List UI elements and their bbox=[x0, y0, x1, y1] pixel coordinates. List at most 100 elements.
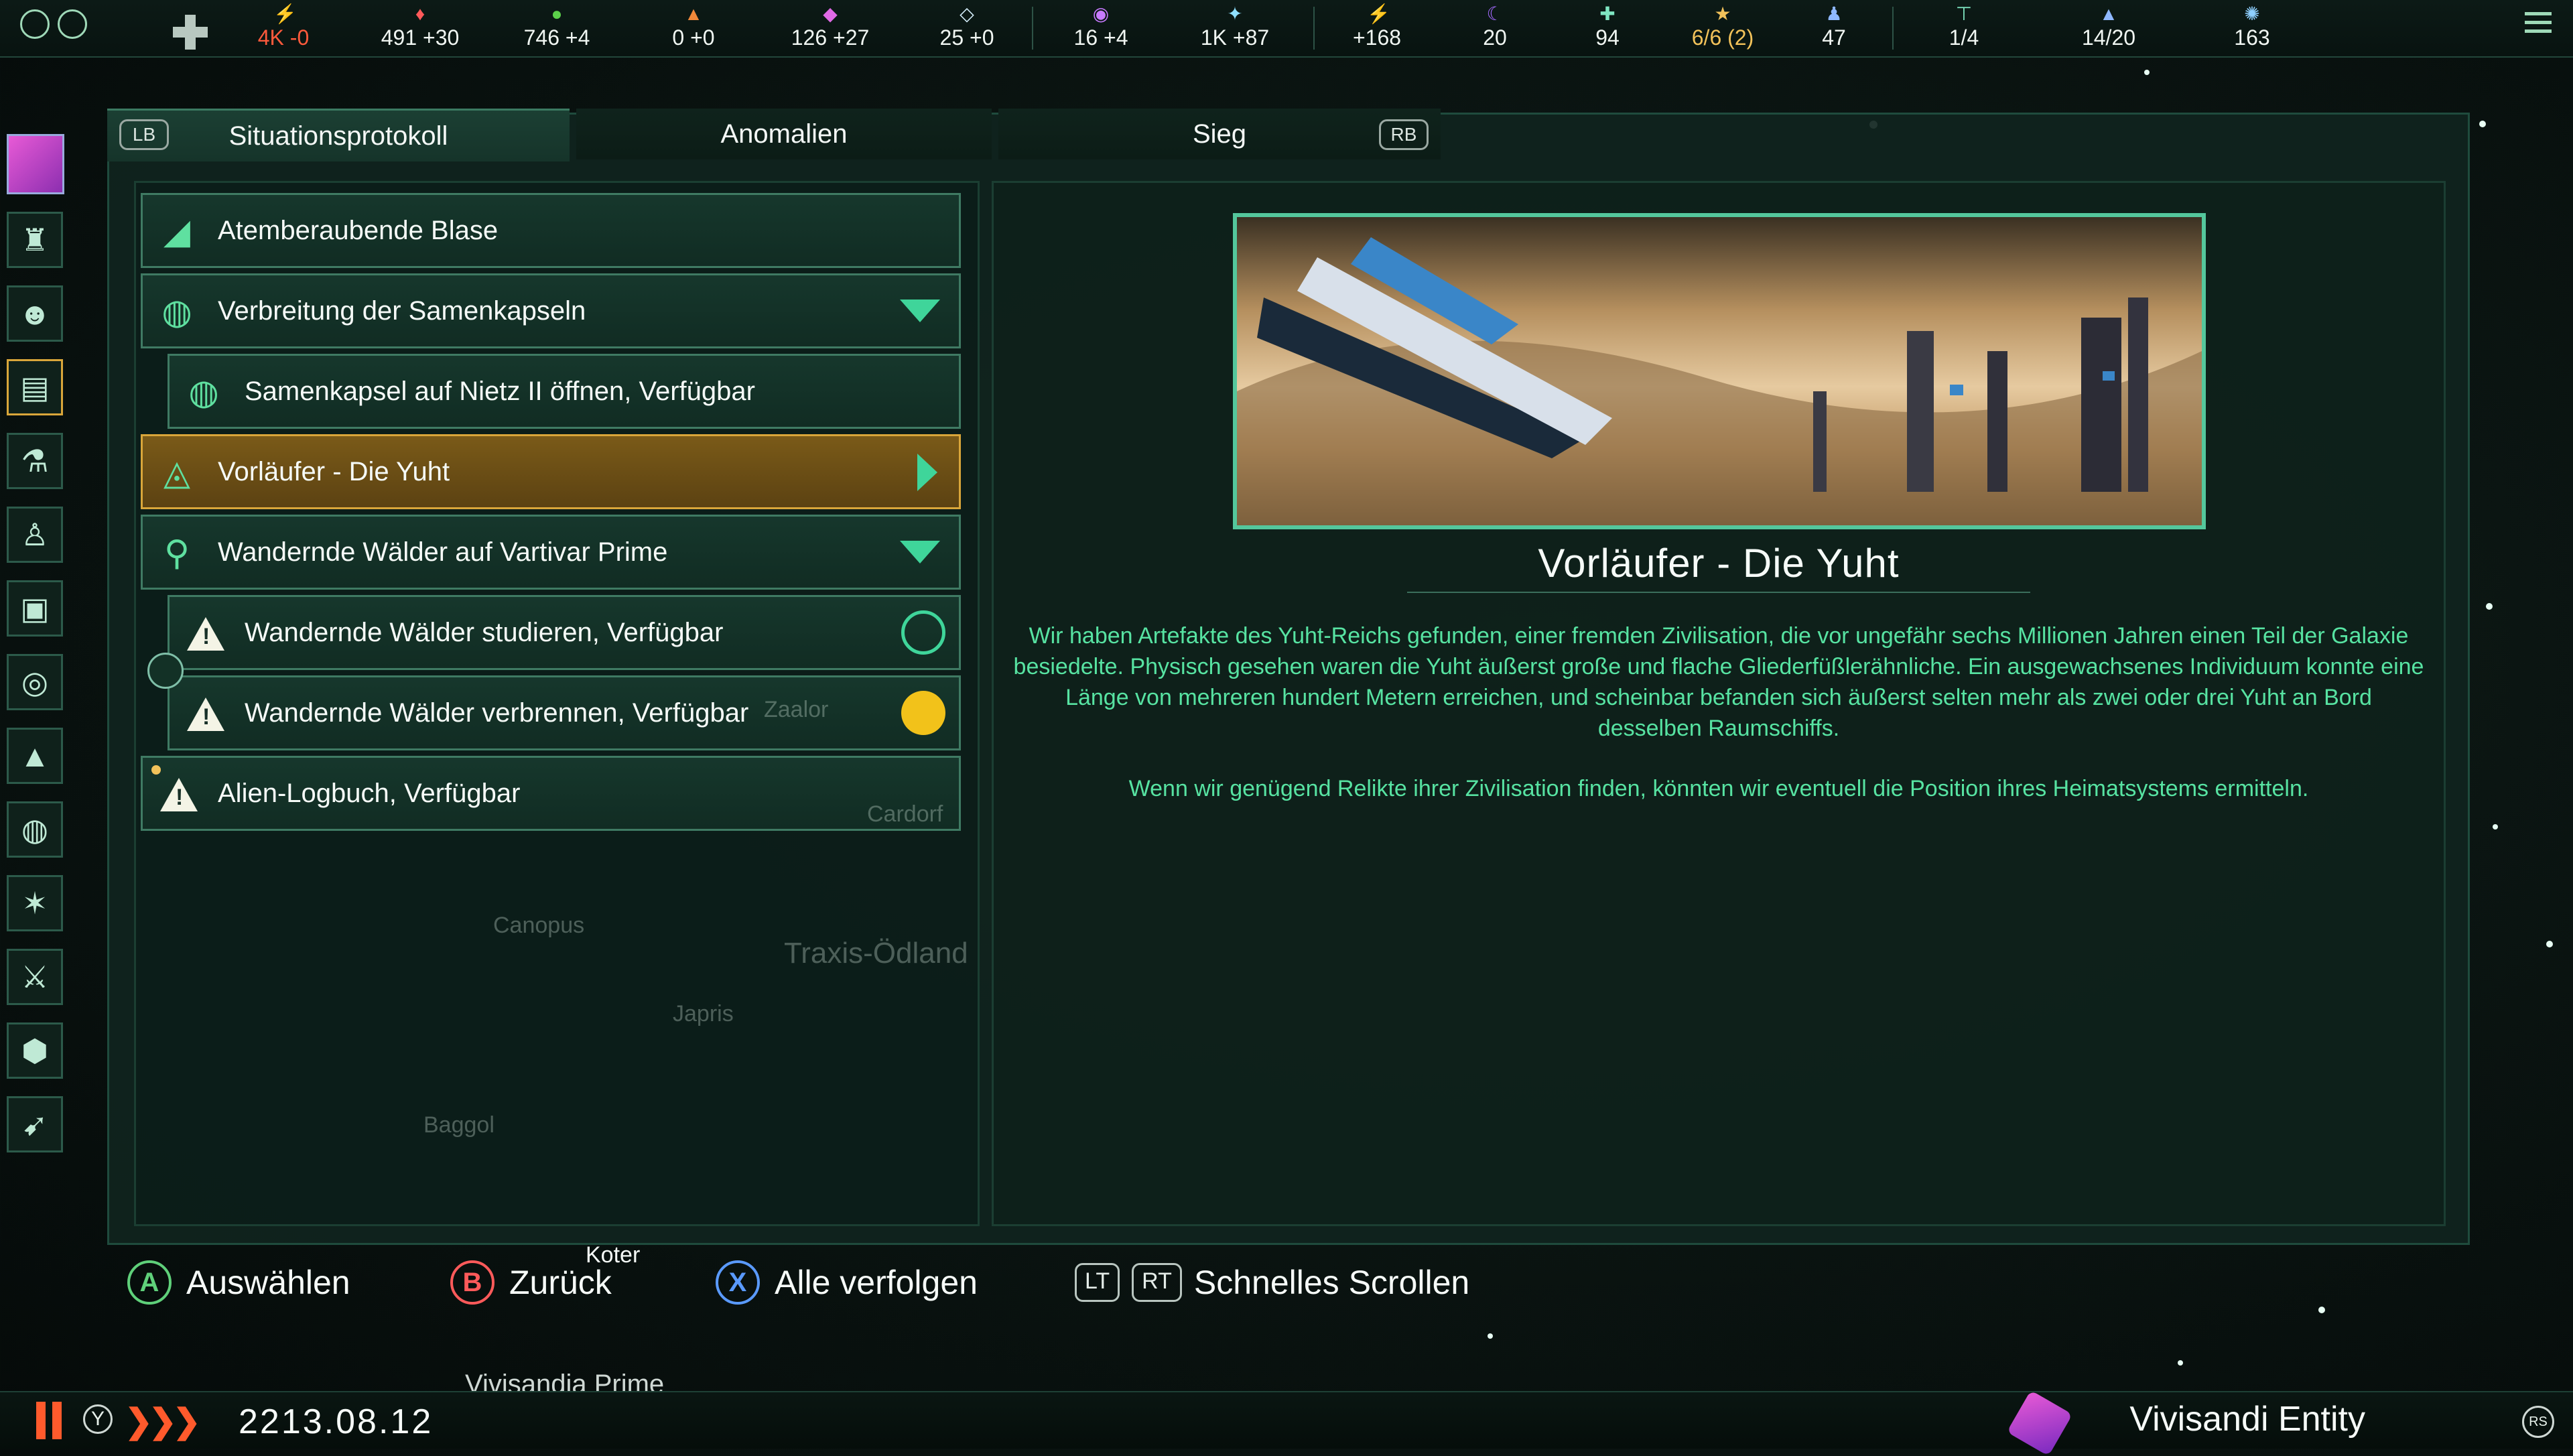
detail-title: Vorläufer - Die Yuht bbox=[1407, 540, 2030, 593]
speed-icon[interactable]: ❯❯❯ bbox=[125, 1402, 201, 1441]
resource-food[interactable]: ● 746 +4 bbox=[507, 3, 607, 54]
empire-flag[interactable] bbox=[7, 134, 64, 194]
resource-alloys[interactable]: ◆ 126 +27 bbox=[780, 3, 880, 54]
dpad-icon bbox=[173, 15, 208, 50]
star bbox=[2178, 1360, 2183, 1366]
list-item[interactable]: Wandernde Wälder verbrennen, Verfügbar bbox=[168, 675, 961, 750]
amenities-icon: ☾ bbox=[1486, 3, 1504, 24]
detail-description: Wir haben Artefakte des Yuht-Reichs gefu… bbox=[1012, 620, 2426, 834]
alloys-icon: ◆ bbox=[823, 3, 838, 24]
research-icon: ✦ bbox=[1227, 3, 1243, 24]
precursor-ship-illustration bbox=[1237, 237, 2202, 525]
settings-icon[interactable] bbox=[58, 9, 87, 39]
y-button-icon: Y bbox=[83, 1404, 113, 1434]
resource-influence[interactable]: ◇ 25 +0 bbox=[917, 3, 1017, 54]
list-item[interactable]: ◍ Samenkapsel auf Nietz II öffnen, Verfü… bbox=[168, 354, 961, 429]
sidebar-wars-icon[interactable]: ⚔ bbox=[7, 949, 63, 1005]
star bbox=[1488, 1333, 1493, 1339]
star bbox=[2144, 70, 2150, 75]
sidebar: ♜ ☻ ▤ ⚗ ♙ ▣ ◎ ▲ ◍ ✶ ⚔ ⬢ ➹ bbox=[7, 212, 68, 1170]
precursor-artwork bbox=[1233, 213, 2206, 529]
planet-spores-icon: ◍ bbox=[161, 293, 192, 332]
resource-energy[interactable]: ⚡ 4K -0 bbox=[233, 3, 334, 54]
map-label: Baggol bbox=[423, 1112, 494, 1138]
landmark-icon: ◢ bbox=[163, 212, 190, 251]
situation-icon[interactable] bbox=[20, 9, 50, 39]
chevron-down-icon[interactable] bbox=[900, 300, 940, 322]
sidebar-galaxy-icon[interactable]: ◍ bbox=[7, 801, 63, 858]
globe-icon bbox=[901, 610, 945, 655]
sidebar-fleets-icon[interactable]: ➹ bbox=[7, 1096, 63, 1152]
map-label: Zaalor bbox=[764, 697, 829, 722]
sidebar-leaders-icon[interactable]: ♙ bbox=[7, 507, 63, 563]
lb-button-overlay[interactable]: LB bbox=[119, 119, 169, 150]
list-item-selected[interactable]: ◬ Vorläufer - Die Yuht bbox=[141, 434, 961, 509]
resource-trade[interactable]: ⚡ +168 bbox=[1327, 3, 1427, 54]
a-button-icon: A bbox=[127, 1260, 172, 1305]
minerals-icon: ♦ bbox=[415, 3, 425, 24]
new-indicator bbox=[151, 765, 161, 775]
hint-fast-scroll[interactable]: LT RT Schnelles Scrollen bbox=[1075, 1256, 1469, 1309]
sidebar-government-icon[interactable]: ♜ bbox=[7, 212, 63, 268]
sidebar-situation-log-icon[interactable]: ▤ bbox=[7, 359, 63, 415]
divider bbox=[1032, 7, 1033, 50]
resource-minerals[interactable]: ♦ 491 +30 bbox=[370, 3, 470, 54]
resource-naval-capacity[interactable]: ✺ 163 bbox=[2202, 3, 2302, 54]
scroll-handle[interactable] bbox=[147, 653, 184, 689]
resource-starbases[interactable]: ⊤ 1/4 bbox=[1914, 3, 2014, 54]
empire-name[interactable]: Vivisandi Entity bbox=[2129, 1399, 2365, 1439]
list-item[interactable]: ◢ Atemberaubende Blase bbox=[141, 193, 961, 268]
sidebar-traditions-icon[interactable]: ▣ bbox=[7, 580, 63, 637]
chevron-down-icon[interactable] bbox=[900, 541, 940, 564]
resource-unity[interactable]: ◉ 16 +4 bbox=[1051, 3, 1151, 54]
pause-icon[interactable] bbox=[36, 1402, 63, 1439]
sidebar-species-icon[interactable]: ☻ bbox=[7, 285, 63, 342]
tab-sieg[interactable]: Sieg bbox=[998, 109, 1441, 159]
divider bbox=[1892, 7, 1894, 50]
rb-button[interactable]: RB bbox=[1379, 119, 1429, 150]
tab-anomalien[interactable]: Anomalien bbox=[576, 109, 992, 159]
empire-emblem[interactable] bbox=[2006, 1390, 2073, 1456]
b-button-icon: B bbox=[450, 1260, 494, 1305]
map-label: Traxis-Ödland bbox=[784, 937, 968, 970]
menu-icon[interactable] bbox=[2525, 12, 2552, 35]
map-label: Cardorf bbox=[867, 801, 943, 827]
sidebar-relations-icon[interactable]: ✶ bbox=[7, 875, 63, 931]
resource-pops[interactable]: ♟ 47 bbox=[1784, 3, 1884, 54]
list-item[interactable]: ⚲ Wandernde Wälder auf Vartivar Prime bbox=[141, 515, 961, 590]
tab-bar: LB Situationsprotokoll LB Anomalien Sieg… bbox=[107, 109, 1441, 163]
resource-amenities[interactable]: ☾ 20 bbox=[1445, 3, 1545, 54]
warning-icon bbox=[160, 778, 198, 811]
gear-icon bbox=[901, 691, 945, 735]
warning-icon bbox=[187, 698, 224, 731]
resource-research[interactable]: ✦ 1K +87 bbox=[1185, 3, 1285, 54]
sidebar-planets-icon[interactable]: ◎ bbox=[7, 654, 63, 710]
tab-situationsprotokoll[interactable]: Situationsprotokoll bbox=[107, 109, 570, 161]
food-icon: ● bbox=[551, 3, 563, 24]
hint-label: Zurück bbox=[509, 1264, 612, 1301]
resource-leaders[interactable]: ★ 6/6 (2) bbox=[1672, 3, 1773, 54]
list-item[interactable]: ◍ Verbreitung der Samenkapseln bbox=[141, 273, 961, 348]
hint-back[interactable]: B Zurück bbox=[450, 1256, 612, 1309]
sidebar-resources-icon[interactable]: ⬢ bbox=[7, 1022, 63, 1079]
resource-consumer-goods[interactable]: ▲ 0 +0 bbox=[643, 3, 744, 54]
star bbox=[2318, 1307, 2325, 1313]
star bbox=[2493, 824, 2498, 830]
x-button-icon: X bbox=[716, 1260, 760, 1305]
resource-stability[interactable]: ✚ 94 bbox=[1557, 3, 1658, 54]
hint-select[interactable]: A Auswählen bbox=[127, 1256, 350, 1309]
energy-icon: ⚡ bbox=[273, 3, 297, 24]
sidebar-research-icon[interactable]: ⚗ bbox=[7, 433, 63, 489]
detail-paragraph: Wir haben Artefakte des Yuht-Reichs gefu… bbox=[1013, 623, 2424, 741]
resource-fleet[interactable]: ▲ 14/20 bbox=[2058, 3, 2159, 54]
bottom-bar: Y ❯❯❯ 2213.08.12 Vivisandi Entity RS bbox=[0, 1390, 2573, 1456]
sidebar-federation-icon[interactable]: ▲ bbox=[7, 728, 63, 784]
starbases-icon: ⊤ bbox=[1955, 3, 1973, 24]
resource-bar: ⚡ 4K -0 ♦ 491 +30 ● 746 +4 ▲ 0 +0 ◆ 126 … bbox=[0, 0, 2573, 58]
chevron-right-icon[interactable] bbox=[917, 454, 937, 491]
list-item[interactable]: Alien-Logbuch, Verfügbar bbox=[141, 756, 961, 831]
map-pin-icon: ⚲ bbox=[163, 534, 190, 573]
hint-follow-all[interactable]: X Alle verfolgen bbox=[716, 1256, 978, 1309]
list-item[interactable]: Wandernde Wälder studieren, Verfügbar bbox=[168, 595, 961, 670]
map-label: Canopus bbox=[493, 913, 585, 938]
